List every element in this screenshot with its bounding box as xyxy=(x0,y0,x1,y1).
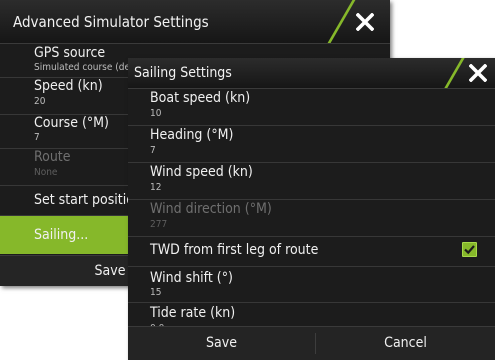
gps-source-label: GPS source xyxy=(34,45,106,61)
wind-speed-row[interactable]: Wind speed (kn) 12 xyxy=(128,163,495,200)
wind-direction-row: Wind direction (°M) 277 xyxy=(128,200,495,237)
accent-slash xyxy=(444,58,465,88)
close-icon[interactable] xyxy=(469,64,487,82)
route-value: None xyxy=(34,167,58,178)
close-icon[interactable] xyxy=(356,13,374,31)
gps-source-value: Simulated course (de xyxy=(34,62,131,73)
wind-shift-row[interactable]: Wind shift (°) 15 xyxy=(128,267,495,303)
twd-from-first-leg-label: TWD from first leg of route xyxy=(150,242,319,258)
wind-speed-label: Wind speed (kn) xyxy=(150,164,253,180)
wind-speed-value: 12 xyxy=(150,182,162,193)
heading-row[interactable]: Heading (°M) 7 xyxy=(128,126,495,163)
boat-speed-label: Boat speed (kn) xyxy=(150,90,251,106)
course-label: Course (°M) xyxy=(34,115,109,131)
boat-speed-row[interactable]: Boat speed (kn) 10 xyxy=(128,89,495,126)
sailing-settings-dialog: Sailing Settings Boat speed (kn) 10 Head… xyxy=(128,58,495,360)
boat-speed-value: 10 xyxy=(150,108,162,119)
route-label: Route xyxy=(34,149,71,165)
checkmark-icon xyxy=(464,245,475,255)
twd-from-first-leg-row[interactable]: TWD from first leg of route xyxy=(128,237,495,267)
dialog-title: Advanced Simulator Settings xyxy=(13,13,209,31)
speed-value: 20 xyxy=(34,96,46,107)
dialog-titlebar: Sailing Settings xyxy=(128,58,495,89)
tide-rate-label: Tide rate (kn) xyxy=(150,305,236,321)
twd-checkbox[interactable] xyxy=(462,242,477,257)
cancel-button[interactable]: Cancel xyxy=(316,327,495,360)
course-value: 7 xyxy=(34,132,40,143)
wind-direction-value: 277 xyxy=(150,219,168,230)
accent-slash xyxy=(327,0,356,43)
dialog-title: Sailing Settings xyxy=(134,65,232,81)
sailing-label: Sailing... xyxy=(34,227,89,243)
wind-direction-label: Wind direction (°M) xyxy=(150,201,272,217)
heading-value: 7 xyxy=(150,145,156,156)
dialog-titlebar: Advanced Simulator Settings xyxy=(0,0,390,44)
heading-label: Heading (°M) xyxy=(150,127,234,143)
wind-shift-value: 15 xyxy=(150,287,162,298)
save-button[interactable]: Save xyxy=(128,327,315,360)
front-dialog-footer: Save Cancel xyxy=(128,326,495,360)
wind-shift-label: Wind shift (°) xyxy=(150,270,233,286)
set-start-position-label: Set start position xyxy=(34,192,142,208)
speed-label: Speed (kn) xyxy=(34,78,103,94)
